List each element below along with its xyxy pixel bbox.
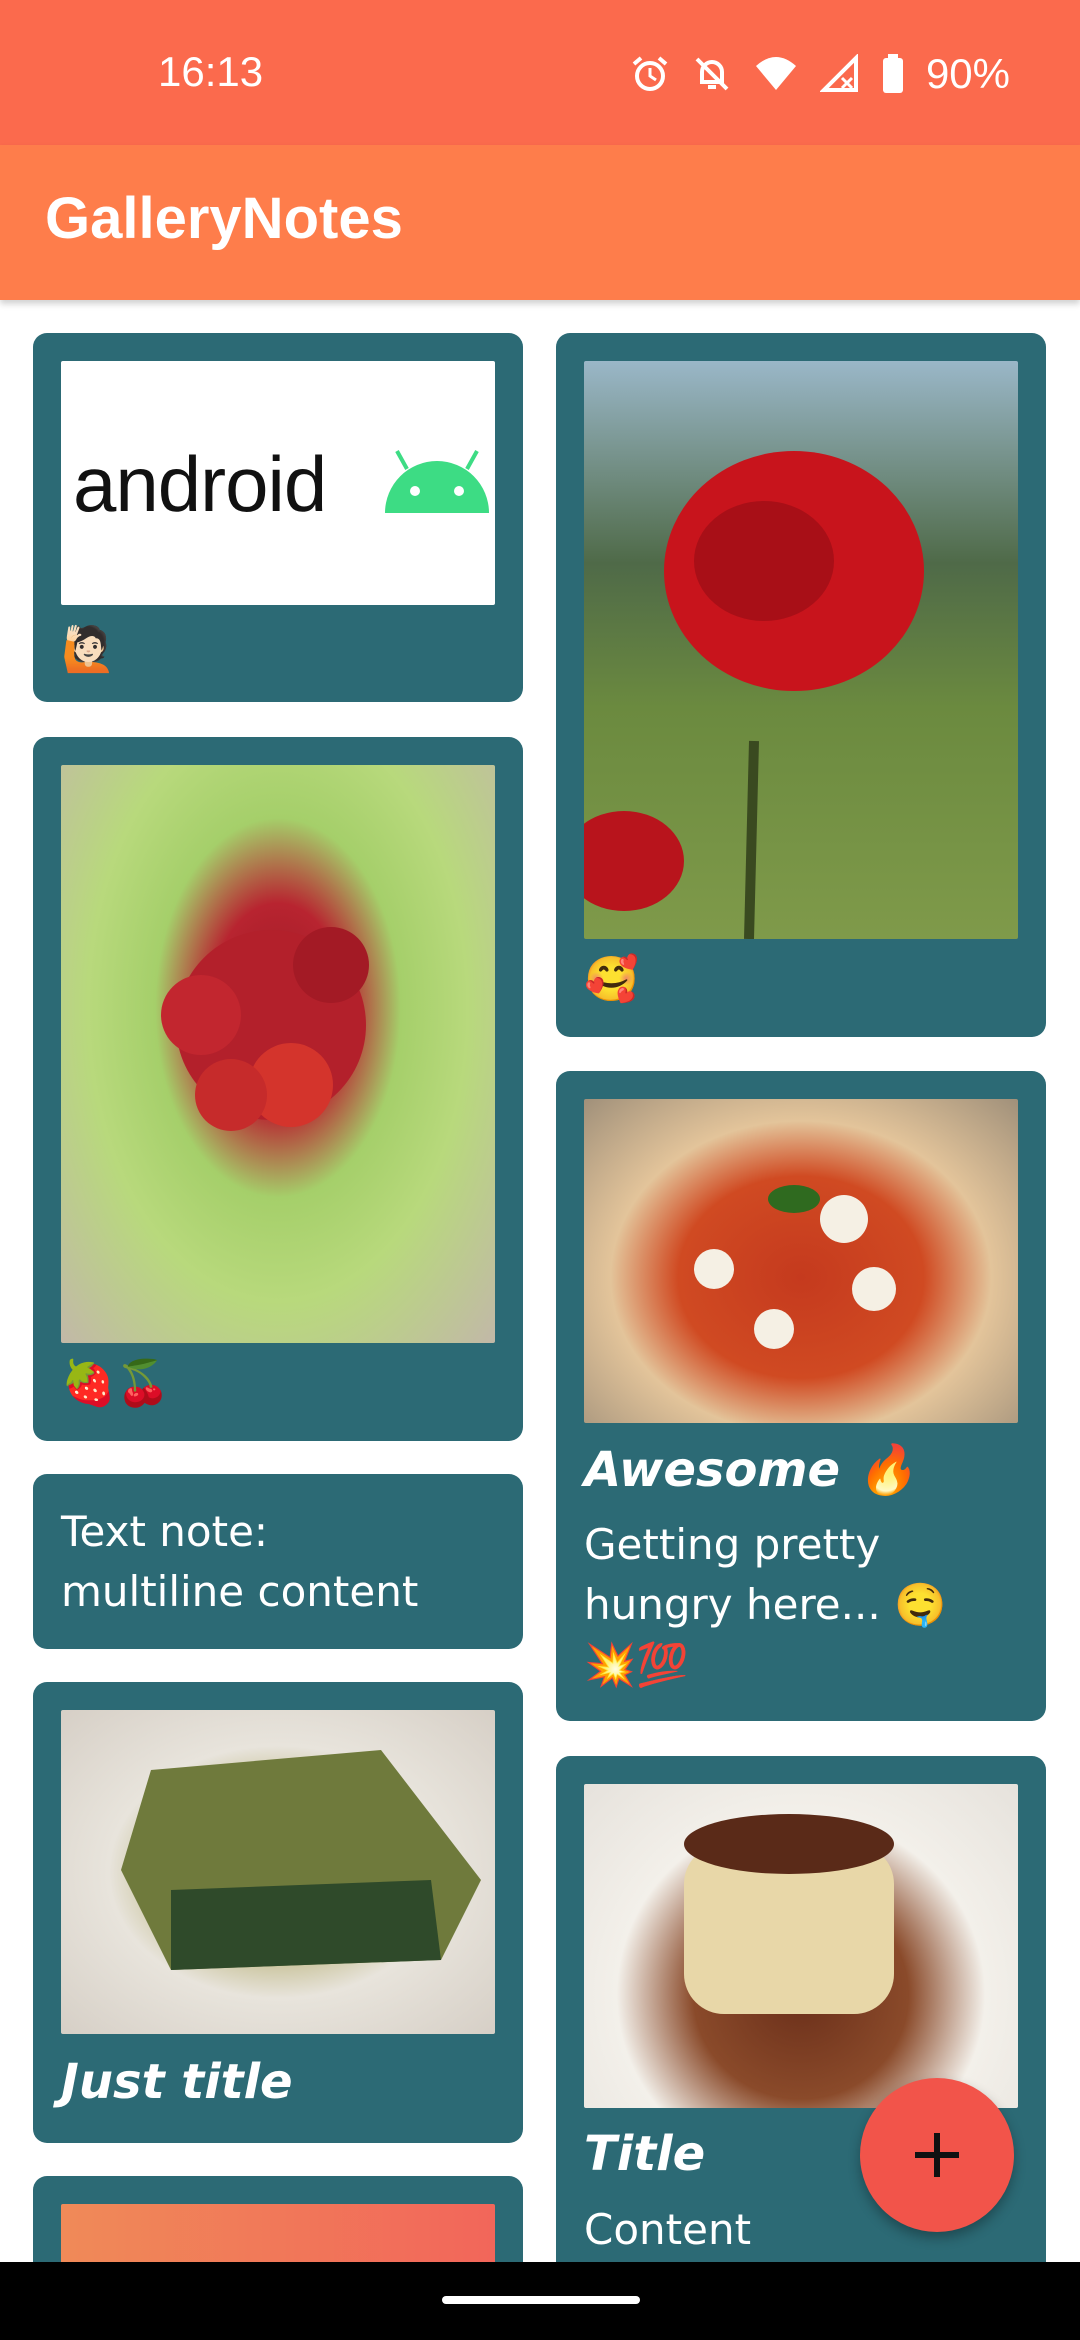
app-title: GalleryNotes: [45, 186, 403, 251]
rose-photo: [584, 361, 1018, 939]
note-emoji: 🙋🏻: [61, 624, 116, 675]
plus-icon-vertical: [934, 2133, 940, 2177]
berries-photo: [61, 765, 495, 1343]
note-content: 💥💯: [584, 1640, 689, 1689]
note-content: Getting pretty: [584, 1520, 881, 1569]
lasagna-photo: [61, 1710, 495, 2034]
app-bar: GalleryNotes: [0, 145, 1080, 300]
note-card-gradient[interactable]: [33, 2176, 523, 2262]
note-emoji: 🥰: [584, 954, 639, 1005]
note-card-rose[interactable]: 🥰: [556, 333, 1046, 1037]
wifi-icon: [755, 57, 796, 90]
android-wordmark: android: [73, 440, 327, 528]
note-card-lasagna[interactable]: Just title: [33, 1682, 523, 2143]
alarm-icon: [632, 56, 668, 91]
note-card-text[interactable]: Text note: multiline content: [33, 1474, 523, 1649]
note-content: multiline content: [61, 1567, 419, 1616]
signal-icon: [819, 54, 858, 92]
tiramisu-illustration: [684, 1814, 894, 2014]
bell-muted-icon: [695, 57, 729, 91]
add-note-button[interactable]: [860, 2078, 1014, 2232]
pizza-photo: [584, 1099, 1018, 1423]
home-gesture-handle[interactable]: [442, 2296, 640, 2304]
note-title: Just title: [61, 2054, 293, 2110]
note-emoji: 🍓🍒: [61, 1358, 171, 1409]
note-title: Awesome 🔥: [584, 1442, 917, 1498]
battery-icon: [882, 54, 903, 93]
status-bar: 16:13 90%: [0, 0, 1080, 145]
status-icons: 90%: [630, 50, 1010, 98]
note-content: hungry here... 🤤: [584, 1580, 947, 1629]
lasagna-illustration: [121, 1750, 481, 1970]
note-card-pizza[interactable]: Awesome 🔥 Getting pretty hungry here... …: [556, 1071, 1046, 1721]
pizza-illustration: [694, 1185, 896, 1349]
android-logo-image: android: [61, 361, 495, 605]
note-content: Text note:: [61, 1507, 269, 1556]
tiramisu-photo: [584, 1784, 1018, 2108]
note-card-android[interactable]: android 🙋🏻: [33, 333, 523, 702]
berries-illustration: [161, 927, 369, 1131]
android-robot-icon: [385, 450, 489, 513]
note-title: Title: [584, 2126, 706, 2182]
status-time: 16:13: [158, 48, 264, 95]
battery-percent: 90%: [925, 50, 1010, 97]
rose-illustration: [584, 451, 924, 939]
gradient-image: [61, 2204, 495, 2262]
navigation-bar: [0, 2262, 1080, 2340]
notes-grid[interactable]: android 🙋🏻 🍓🍒 Text note: multiline conte…: [0, 300, 1080, 2262]
note-card-berries[interactable]: 🍓🍒: [33, 737, 523, 1441]
